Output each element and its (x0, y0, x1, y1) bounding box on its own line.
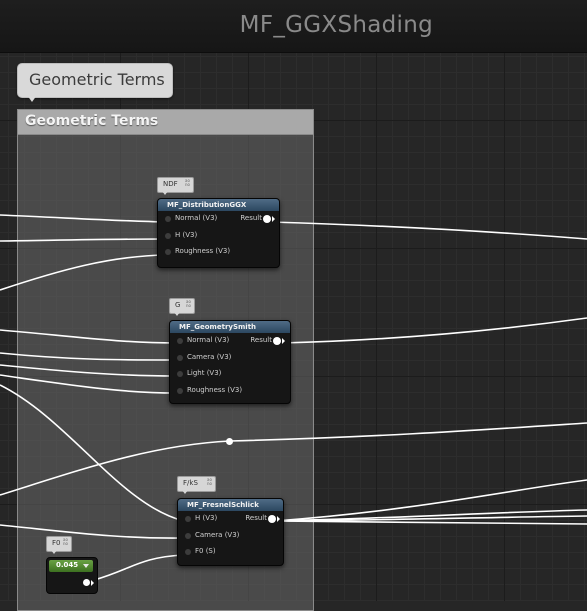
output-pin[interactable] (273, 337, 281, 345)
input-pin[interactable] (165, 249, 171, 255)
node-geometry-smith[interactable]: MF_GeometrySmith Normal (V3) Result Came… (169, 320, 291, 404)
pin-label: Roughness (V3) (175, 247, 231, 255)
node-tag-fks[interactable]: F/kS ao no (177, 476, 216, 494)
wire[interactable] (269, 221, 587, 240)
pin-label: Normal (V3) (175, 214, 218, 222)
output-pin[interactable] (83, 579, 90, 586)
constant-header[interactable]: 0.045 (49, 560, 93, 572)
pin-row: Camera (V3) (178, 528, 283, 545)
tag-tail (162, 191, 168, 195)
output-pin[interactable] (263, 215, 271, 223)
wire[interactable] (0, 254, 167, 291)
wire[interactable] (0, 238, 167, 242)
tag-suffix: ao no (207, 477, 212, 486)
pin-label: Roughness (V3) (187, 385, 243, 394)
input-pin[interactable] (177, 338, 183, 344)
input-pin[interactable] (185, 532, 191, 539)
input-pin[interactable] (177, 387, 183, 394)
pin-label: Light (V3) (187, 369, 222, 377)
tag-suffix: ao no (186, 299, 191, 308)
node-title: MF_DistributionGGX (158, 199, 279, 211)
output-arrow-icon (272, 216, 275, 222)
wire[interactable] (274, 520, 587, 525)
tag-suffix: ao no (63, 537, 68, 546)
pin-row: H (V3) Result (178, 511, 283, 528)
wire[interactable] (0, 329, 177, 344)
pin-label: F0 (S) (195, 547, 216, 555)
tag-tail (182, 490, 188, 494)
wire[interactable] (0, 374, 177, 394)
pin-row: Light (V3) (170, 366, 290, 383)
pin-row: H (V3) (158, 228, 279, 245)
input-pin[interactable] (185, 549, 191, 555)
pin-row: Camera (V3) (170, 350, 290, 367)
pin-label: Camera (V3) (195, 530, 240, 539)
input-pin[interactable] (177, 354, 183, 361)
node-distribution-ggx[interactable]: MF_DistributionGGX Normal (V3) Result H … (157, 198, 280, 268)
output-arrow-icon (282, 338, 285, 344)
constant-value: 0.045 (56, 561, 79, 569)
node-tag-f0[interactable]: F0 ao no (46, 536, 72, 554)
wire[interactable] (274, 479, 587, 522)
output-arrow-icon (277, 516, 280, 522)
pin-label: H (V3) (175, 230, 198, 239)
pin-row: Roughness (V3) (170, 383, 290, 400)
wire[interactable] (0, 364, 177, 377)
wires-layer (0, 214, 587, 581)
node-fresnel-schlick[interactable]: MF_FresnelSchlick H (V3) Result Camera (… (177, 498, 284, 566)
tag-suffix: ao no (185, 178, 190, 187)
pin-row: Normal (V3) Result (170, 333, 290, 350)
pin-row: Roughness (V3) (158, 244, 279, 261)
tag-label: F/kS (183, 479, 198, 487)
input-pin[interactable] (177, 371, 183, 377)
node-title: MF_GeometrySmith (170, 321, 290, 333)
wire[interactable] (0, 524, 185, 539)
wire[interactable] (0, 384, 185, 522)
wire[interactable] (0, 214, 167, 223)
reroute-node[interactable] (226, 438, 233, 445)
pin-label: H (V3) (195, 514, 218, 522)
wire[interactable] (93, 554, 185, 581)
pin-row: F0 (S) (178, 544, 283, 561)
input-pin[interactable] (165, 232, 171, 239)
tag-tail (174, 312, 180, 316)
input-pin[interactable] (165, 216, 171, 222)
output-label: Result (240, 214, 262, 222)
input-pin[interactable] (185, 516, 191, 522)
tag-label: NDF (163, 180, 178, 188)
constant-node[interactable]: 0.045 (46, 557, 98, 594)
node-tag-ndf[interactable]: NDF ao no (157, 177, 194, 195)
wire[interactable] (229, 422, 587, 442)
node-tag-g[interactable]: G ao no (169, 298, 195, 316)
output-label: Result (245, 514, 267, 522)
output-arrow-icon (91, 580, 94, 586)
pin-row: Normal (V3) Result (158, 211, 279, 228)
node-title: MF_FresnelSchlick (178, 499, 283, 511)
output-label: Result (250, 336, 272, 344)
output-pin[interactable] (268, 515, 276, 523)
pin-label: Normal (V3) (187, 336, 230, 344)
tag-label: F0 (52, 539, 61, 547)
chevron-down-icon[interactable] (83, 564, 89, 568)
tag-label: G (175, 301, 181, 309)
tag-tail (51, 550, 57, 554)
pin-label: Camera (V3) (187, 352, 232, 361)
wire[interactable] (0, 352, 177, 361)
wire[interactable] (281, 317, 587, 344)
